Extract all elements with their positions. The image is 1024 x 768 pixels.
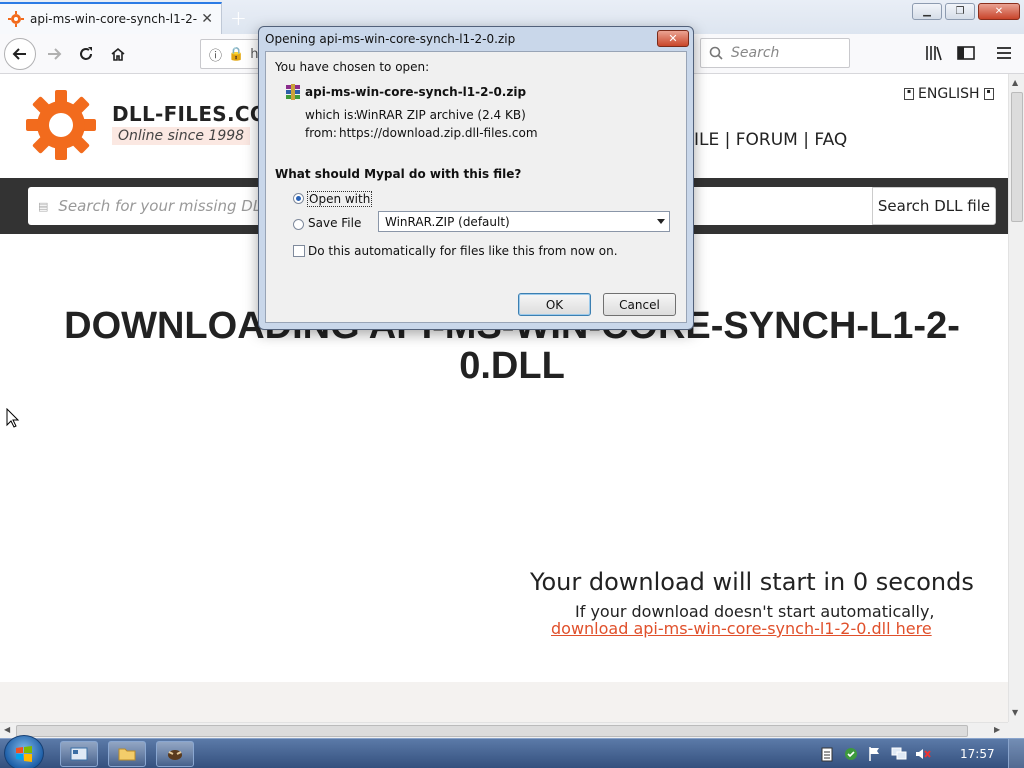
search-dll-button[interactable]: Search DLL file bbox=[872, 187, 996, 225]
lock-icon: 🔒 bbox=[228, 46, 245, 62]
document-tray-icon[interactable] bbox=[818, 745, 836, 763]
which-is-label: which is: bbox=[305, 108, 358, 122]
minimize-button[interactable]: ▁ bbox=[912, 3, 942, 20]
library-icon[interactable] bbox=[924, 43, 944, 63]
action-center-flag-icon[interactable] bbox=[866, 745, 884, 763]
scroll-up-icon[interactable]: ▲ bbox=[1012, 78, 1018, 87]
save-file-radio[interactable] bbox=[293, 219, 304, 230]
page-footer-band bbox=[0, 682, 1008, 722]
network-icon[interactable] bbox=[890, 745, 908, 763]
cancel-button[interactable]: Cancel bbox=[603, 293, 676, 316]
vertical-scroll-thumb[interactable] bbox=[1011, 92, 1023, 222]
window-close-button[interactable]: ✕ bbox=[978, 3, 1020, 20]
dialog-intro: You have chosen to open: bbox=[275, 60, 430, 74]
open-with-select[interactable]: WinRAR.ZIP (default) bbox=[378, 211, 670, 232]
search-icon bbox=[709, 46, 723, 60]
dialog-question: What should Mypal do with this file? bbox=[275, 167, 522, 181]
scroll-corner bbox=[1008, 722, 1024, 738]
dialog-titlebar[interactable]: Opening api-ms-win-core-synch-l1-2-0.zip… bbox=[259, 27, 693, 51]
open-with-label[interactable]: Open with bbox=[307, 191, 373, 207]
winrar-archive-icon bbox=[286, 84, 300, 100]
flag-icon: ▪ bbox=[904, 88, 914, 100]
search-file-icon: ▤ bbox=[38, 199, 49, 213]
download-dialog: Opening api-ms-win-core-synch-l1-2-0.zip… bbox=[258, 26, 694, 330]
vertical-scrollbar[interactable]: ▲ ▼ bbox=[1008, 74, 1024, 722]
menu-icon[interactable] bbox=[994, 43, 1014, 63]
folder-icon bbox=[118, 748, 136, 761]
flag-icon: ▪ bbox=[983, 88, 994, 100]
back-button[interactable] bbox=[4, 38, 36, 70]
dll-search-placeholder: Search for your missing DLL bbox=[58, 197, 270, 215]
taskbar-explorer[interactable] bbox=[108, 741, 146, 767]
taskbar-mypal-browser[interactable] bbox=[156, 741, 194, 767]
window-controls: ▁ ❐ ✕ bbox=[912, 3, 1020, 20]
mypal-icon bbox=[168, 750, 182, 760]
top-navigation[interactable]: ILE | FORUM | FAQ bbox=[694, 130, 847, 150]
auto-action-checkbox[interactable] bbox=[293, 245, 305, 257]
scroll-right-icon[interactable]: ▶ bbox=[994, 725, 1000, 734]
new-tab-button[interactable]: + bbox=[230, 6, 247, 30]
volume-muted-icon[interactable] bbox=[914, 745, 932, 763]
browser-search-input[interactable]: Search bbox=[700, 38, 850, 68]
sidebar-toggle-icon[interactable] bbox=[956, 43, 976, 63]
site-tagline: Online since 1998 bbox=[112, 127, 251, 145]
windows-taskbar: 17:57 bbox=[0, 735, 1024, 768]
start-button[interactable] bbox=[4, 735, 44, 768]
manual-download-link[interactable]: download api-ms-win-core-synch-l1-2-0.dl… bbox=[551, 619, 932, 638]
browser-search-placeholder: Search bbox=[731, 45, 780, 61]
system-tray bbox=[818, 741, 932, 767]
horizontal-scroll-thumb[interactable] bbox=[16, 725, 968, 737]
windows-logo-icon bbox=[16, 746, 32, 762]
show-desktop-button[interactable] bbox=[1008, 739, 1024, 768]
taskbar-control-panel[interactable] bbox=[60, 741, 98, 767]
dialog-close-button[interactable]: ✕ bbox=[657, 30, 689, 47]
dialog-title: Opening api-ms-win-core-synch-l1-2-0.zip bbox=[265, 32, 516, 46]
browser-tab[interactable]: api-ms-win-core-synch-l1-2-0 ✕ bbox=[0, 2, 222, 34]
url-bar[interactable]: ⓘ 🔒 h bbox=[200, 39, 260, 69]
download-countdown: Your download will start in 0 seconds bbox=[530, 568, 974, 596]
tab-title: api-ms-win-core-synch-l1-2-0 bbox=[30, 12, 198, 26]
horizontal-scrollbar[interactable]: ◀ ▶ bbox=[0, 722, 1008, 738]
info-icon[interactable]: ⓘ bbox=[209, 45, 222, 64]
save-file-label[interactable]: Save File bbox=[308, 216, 361, 230]
dll-files-logo[interactable] bbox=[26, 90, 96, 160]
open-with-selected-value: WinRAR.ZIP (default) bbox=[385, 214, 510, 229]
source-url-value: https://download.zip.dll-files.com bbox=[339, 126, 538, 140]
security-shield-icon[interactable] bbox=[842, 745, 860, 763]
home-button[interactable] bbox=[102, 38, 134, 70]
back-arrow-icon bbox=[12, 48, 26, 60]
dll-files-favicon-icon bbox=[8, 11, 24, 27]
reload-button[interactable] bbox=[70, 38, 102, 70]
auto-action-label[interactable]: Do this automatically for files like thi… bbox=[308, 244, 618, 258]
taskbar-clock[interactable]: 17:57 bbox=[960, 747, 995, 761]
dialog-filename: api-ms-win-core-synch-l1-2-0.zip bbox=[305, 85, 527, 99]
file-type-value: WinRAR ZIP archive (2.4 KB) bbox=[356, 108, 526, 122]
language-selector[interactable]: ▪ ENGLISH ▪ bbox=[904, 86, 994, 102]
scroll-left-icon[interactable]: ◀ bbox=[4, 725, 10, 734]
ok-button[interactable]: OK bbox=[518, 293, 591, 316]
open-with-radio[interactable] bbox=[293, 193, 304, 204]
forward-button[interactable] bbox=[38, 38, 70, 70]
language-label: ENGLISH bbox=[918, 86, 980, 102]
maximize-button[interactable]: ❐ bbox=[945, 3, 975, 20]
reload-icon bbox=[80, 47, 92, 60]
mouse-pointer-icon bbox=[6, 408, 20, 428]
tab-close-icon[interactable]: ✕ bbox=[201, 11, 213, 27]
scroll-down-icon[interactable]: ▼ bbox=[1012, 708, 1018, 717]
control-panel-icon bbox=[70, 747, 88, 761]
chevron-down-icon[interactable] bbox=[657, 219, 665, 224]
home-icon bbox=[111, 47, 125, 61]
dialog-body: You have chosen to open: api-ms-win-core… bbox=[265, 51, 687, 323]
from-label: from: bbox=[305, 126, 337, 140]
forward-arrow-icon bbox=[48, 48, 62, 60]
